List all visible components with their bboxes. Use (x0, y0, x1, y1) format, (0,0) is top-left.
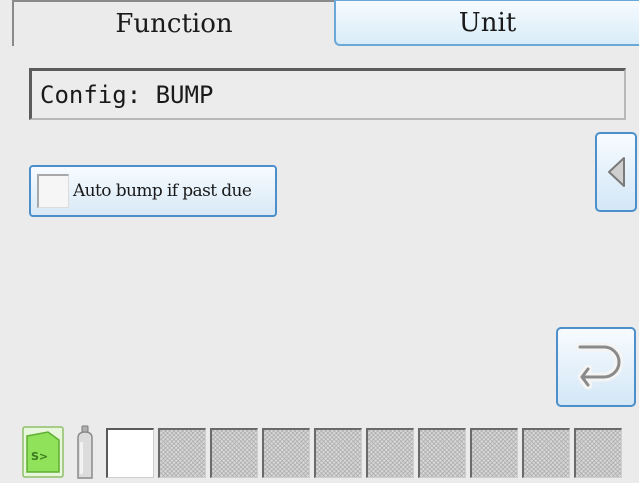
slot-4 (262, 428, 310, 478)
status-bar: S> (0, 420, 639, 483)
auto-bump-checkbox-button[interactable]: Auto bump if past due (29, 165, 277, 217)
slot-5 (314, 428, 362, 478)
gas-cylinder-icon (77, 425, 93, 479)
triangle-left-icon (608, 157, 625, 187)
checkbox[interactable] (37, 174, 69, 208)
tab-function-label: Function (115, 9, 233, 39)
auto-bump-label: Auto bump if past due (73, 181, 252, 201)
slot-9 (522, 428, 570, 478)
slot-10 (574, 428, 622, 478)
return-button[interactable] (556, 327, 636, 407)
config-display: Config: BUMP (29, 68, 626, 120)
slot-2 (158, 428, 206, 478)
slot-7 (418, 428, 466, 478)
svg-text:S>: S> (31, 450, 48, 463)
back-button[interactable] (595, 132, 637, 212)
slot-1 (106, 428, 154, 478)
slot-8 (470, 428, 518, 478)
tab-unit-label: Unit (458, 7, 517, 38)
sd-card-icon[interactable]: S> (22, 426, 64, 478)
return-arrow-icon (575, 342, 624, 390)
tab-function[interactable]: Function (12, 0, 334, 46)
slot-6 (366, 428, 414, 478)
slot-3 (210, 428, 258, 478)
tab-unit[interactable]: Unit (334, 0, 639, 46)
